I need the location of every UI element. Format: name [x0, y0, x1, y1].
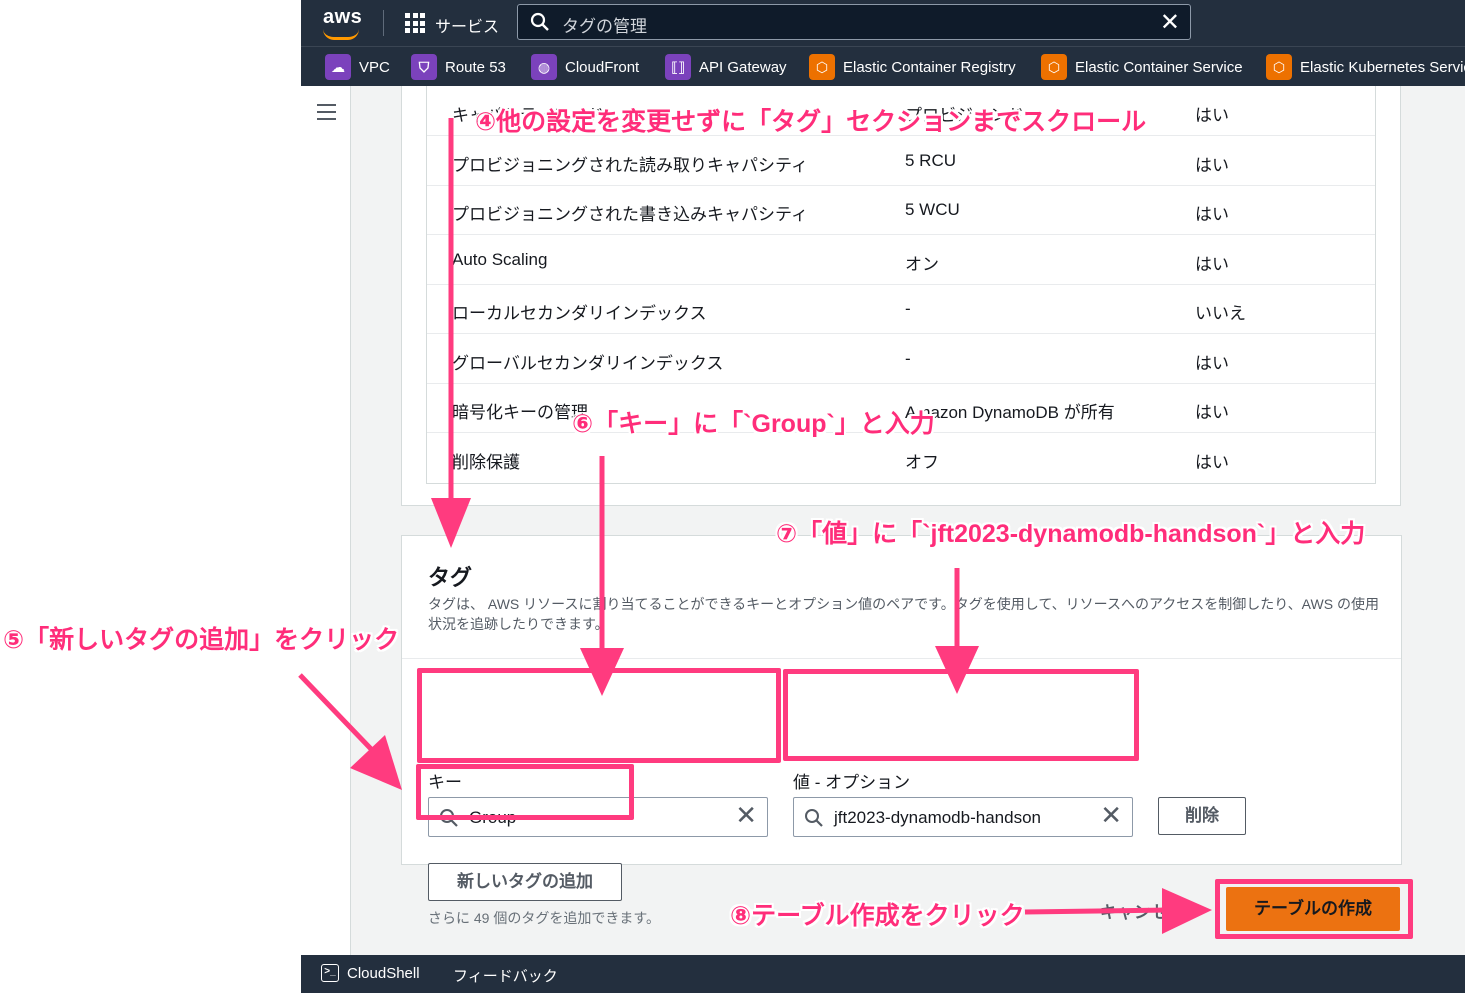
favorite-ecs[interactable]: ⬡ Elastic Container Service — [1041, 53, 1243, 81]
favorite-vpc[interactable]: ☁ VPC — [325, 53, 390, 81]
setting-name: ローカルセカンダリインデックス — [452, 304, 707, 323]
cloudshell-icon[interactable]: >_ — [321, 964, 339, 982]
favorite-label: CloudFront — [565, 58, 640, 76]
tags-title: タグ — [428, 565, 473, 590]
setting-editable: はい — [1195, 106, 1229, 125]
highlight-value-field — [783, 669, 1139, 761]
setting-value: 5 WCU — [905, 200, 960, 219]
annotation-step-7: ⑦「値」に「`jft2023-dynamodb-handson`」と入力 — [776, 520, 1366, 548]
annotation-step-6: ⑥「キー」に「`Group`」と入力 — [572, 410, 935, 438]
table-row: ローカルセカンダリインデックス - いいえ — [427, 284, 1375, 334]
eks-icon: ⬡ — [1266, 54, 1292, 80]
setting-editable: はい — [1195, 403, 1229, 422]
nav-divider — [383, 10, 384, 36]
ecs-icon: ⬡ — [1041, 54, 1067, 80]
setting-name: 暗号化キーの管理 — [452, 403, 588, 422]
setting-value: - — [905, 299, 911, 318]
cloudfront-icon: ◍ — [531, 54, 557, 80]
services-grid-icon[interactable] — [405, 13, 425, 33]
annotation-step-4: ④他の設定を変更せずに「タグ」セクションまでスクロール — [475, 108, 1147, 136]
top-navigation: aws サービス タグの管理 ✕ — [301, 0, 1465, 46]
close-icon[interactable]: ✕ — [735, 800, 757, 831]
favorite-eks[interactable]: ⬡ Elastic Kubernetes Servic — [1266, 53, 1465, 81]
favorite-route53[interactable]: ⛉ Route 53 — [411, 53, 506, 81]
search-icon — [530, 12, 549, 31]
setting-editable: はい — [1195, 255, 1229, 274]
favorite-api-gateway[interactable]: ⟦⟧ API Gateway — [665, 53, 787, 81]
annotation-step-8: ⑧テーブル作成をクリック — [730, 902, 1025, 930]
setting-editable: いいえ — [1195, 304, 1246, 323]
favorite-label: Elastic Container Service — [1075, 58, 1243, 76]
remove-tag-button[interactable]: 削除 — [1158, 797, 1246, 835]
setting-name: グローバルセカンダリインデックス — [452, 354, 724, 373]
tag-value-input[interactable]: jft2023-dynamodb-handson ✕ — [793, 797, 1133, 837]
highlight-key-field — [417, 668, 781, 763]
favorite-ecr[interactable]: ⬡ Elastic Container Registry — [809, 53, 1016, 81]
cloudshell-link[interactable]: CloudShell — [347, 965, 420, 982]
vpc-icon: ☁ — [325, 54, 351, 80]
setting-editable: はい — [1195, 156, 1229, 175]
annotation-step-5: ⑤「新しいタグの追加」をクリック — [3, 626, 400, 654]
search-icon — [805, 809, 823, 827]
setting-editable: はい — [1195, 205, 1229, 224]
route53-icon: ⛉ — [411, 54, 437, 80]
cancel-button[interactable]: キャンセル — [1100, 898, 1185, 923]
favorite-label: Elastic Kubernetes Servic — [1300, 58, 1465, 76]
search-value: タグの管理 — [562, 17, 647, 36]
highlight-add-tag-button — [416, 764, 634, 820]
table-row: プロビジョニングされた読み取りキャパシティ 5 RCU はい — [427, 136, 1375, 186]
favorite-cloudfront[interactable]: ◍ CloudFront — [531, 53, 639, 81]
global-search-input[interactable]: タグの管理 ✕ — [517, 4, 1191, 40]
favorites-bar: ☁ VPC ⛉ Route 53 ◍ CloudFront ⟦⟧ API Gat… — [301, 46, 1465, 86]
add-new-tag-button[interactable]: 新しいタグの追加 — [428, 863, 622, 901]
table-row: プロビジョニングされた書き込みキャパシティ 5 WCU はい — [427, 185, 1375, 235]
setting-name: Auto Scaling — [452, 250, 548, 269]
setting-value: 5 RCU — [905, 151, 957, 170]
footer-bar: >_ CloudShell フィードバック — [301, 955, 1465, 993]
setting-name: プロビジョニングされた読み取りキャパシティ — [452, 156, 808, 175]
favorite-label: VPC — [359, 58, 390, 76]
favorite-label: Elastic Container Registry — [843, 58, 1016, 76]
setting-name: プロビジョニングされた書き込みキャパシティ — [452, 205, 808, 224]
aws-logo-smile — [323, 29, 359, 40]
setting-value: オン — [905, 255, 939, 274]
close-icon[interactable]: ✕ — [1160, 8, 1180, 37]
favorite-label: Route 53 — [445, 58, 506, 76]
services-menu[interactable]: サービス — [435, 13, 499, 37]
tag-value-value: jft2023-dynamodb-handson — [834, 808, 1041, 827]
aws-logo[interactable]: aws — [323, 6, 362, 29]
table-row: グローバルセカンダリインデックス - はい — [427, 334, 1375, 384]
setting-value: Amazon DynamoDB が所有 — [905, 403, 1115, 422]
api-gateway-icon: ⟦⟧ — [665, 54, 691, 80]
setting-editable: はい — [1195, 354, 1229, 373]
table-row: 削除保護 オフ はい — [427, 433, 1375, 482]
setting-value: オフ — [905, 453, 939, 472]
divider — [402, 658, 1401, 659]
side-navigation-rail — [301, 86, 351, 955]
menu-icon[interactable] — [317, 104, 336, 125]
tags-description: タグは、 AWS リソースに割り当てることができるキーとオプション値のペアです。… — [428, 596, 1379, 632]
setting-value: - — [905, 349, 911, 368]
tag-value-label: 値 - オプション — [793, 773, 911, 792]
setting-name: 削除保護 — [452, 453, 520, 472]
setting-editable: はい — [1195, 453, 1229, 472]
feedback-link[interactable]: フィードバック — [453, 965, 558, 986]
highlight-create-button — [1215, 879, 1413, 939]
close-icon[interactable]: ✕ — [1100, 800, 1122, 831]
table-row: Auto Scaling オン はい — [427, 235, 1375, 285]
ecr-icon: ⬡ — [809, 54, 835, 80]
favorite-label: API Gateway — [699, 58, 787, 76]
remaining-tags-text: さらに 49 個のタグを追加できます。 — [428, 910, 660, 926]
